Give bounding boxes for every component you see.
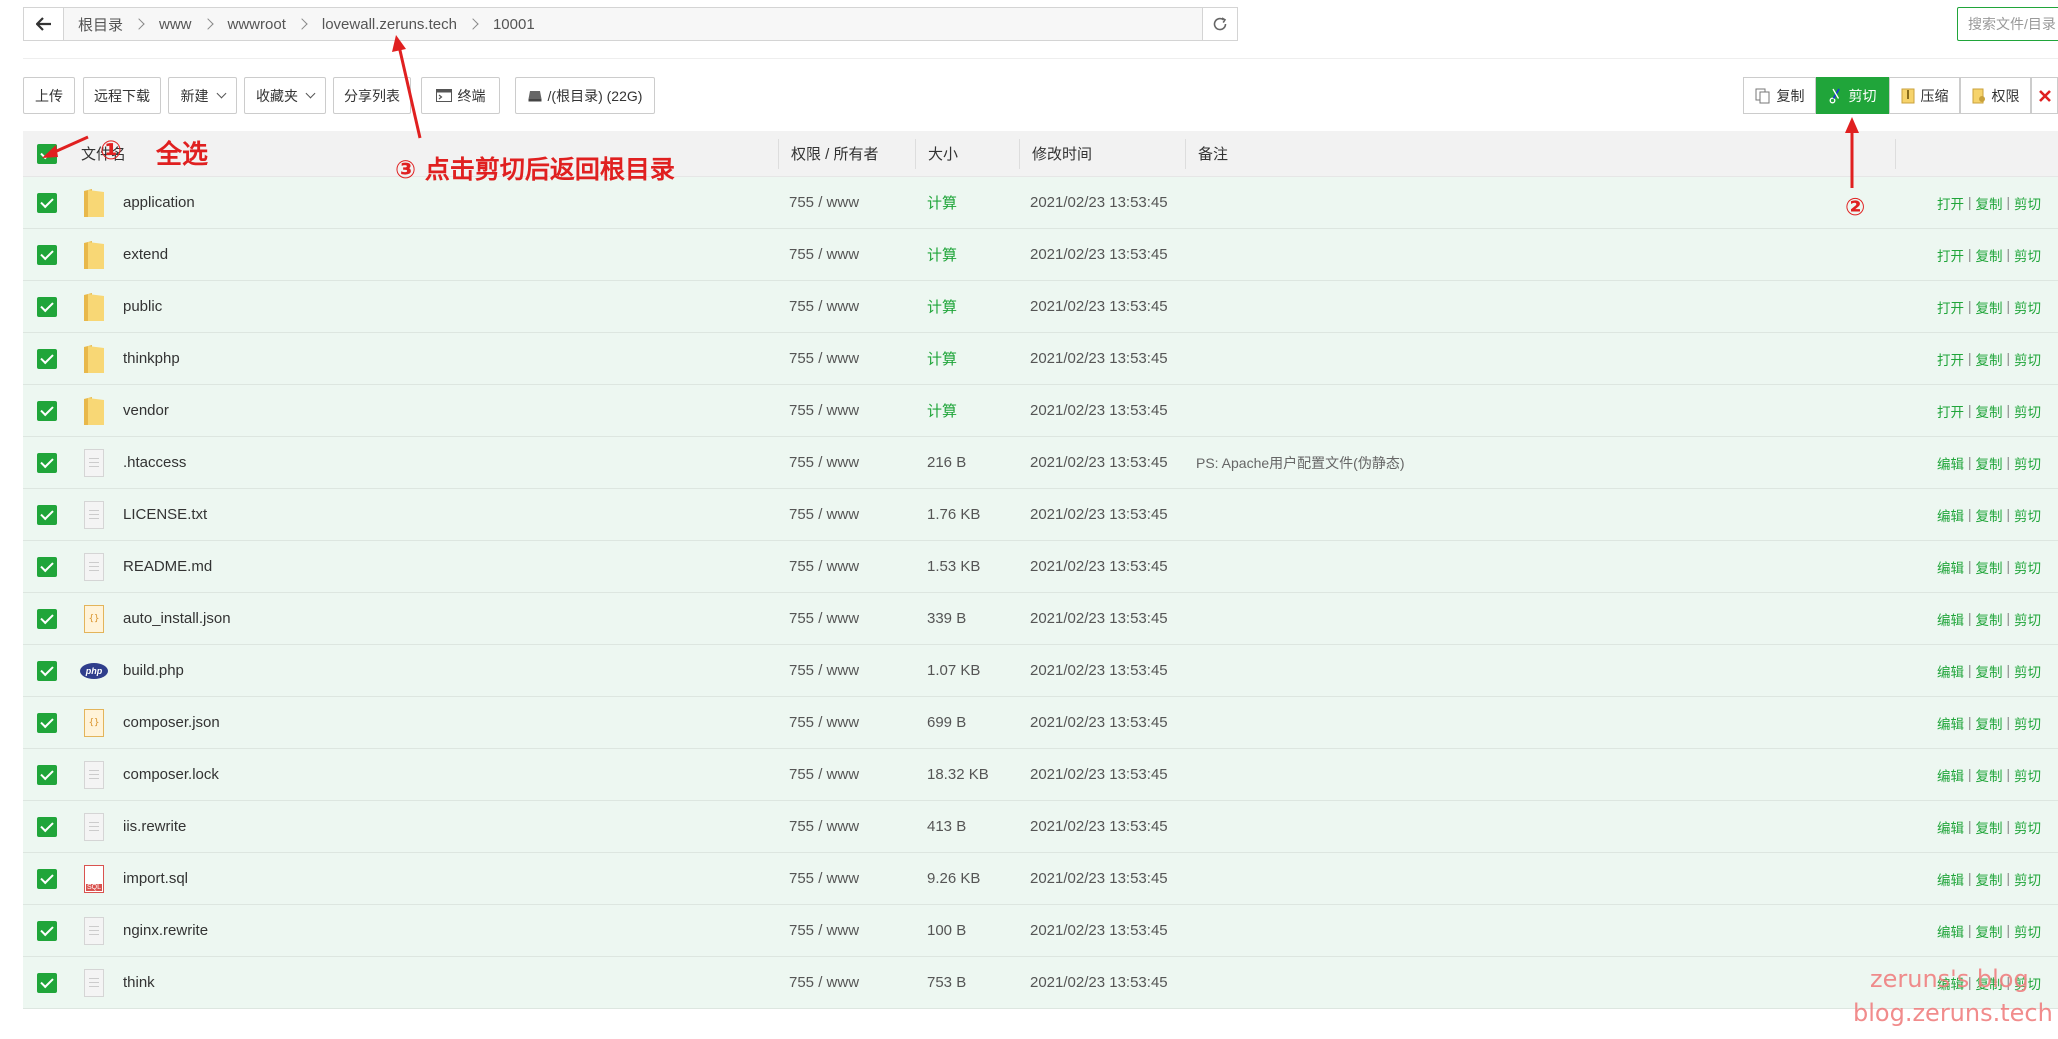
arrowhead-1 bbox=[42, 145, 58, 158]
annotation-step1-number: ① bbox=[100, 136, 123, 166]
annotation-step1-text: 全选 bbox=[156, 140, 209, 170]
arrowhead-3 bbox=[392, 35, 406, 52]
annotation-step3-text: ③ 点击剪切后返回根目录 bbox=[395, 155, 675, 184]
arrowhead-2 bbox=[1845, 117, 1859, 133]
watermark-line1: zeruns's blog bbox=[1870, 965, 2029, 993]
annotation-arrows bbox=[42, 35, 1859, 188]
arrow-3 bbox=[397, 45, 422, 139]
watermark-line2: blog.zeruns.tech bbox=[1853, 999, 2053, 1027]
annotation-step2-number: ② bbox=[1845, 193, 1866, 221]
